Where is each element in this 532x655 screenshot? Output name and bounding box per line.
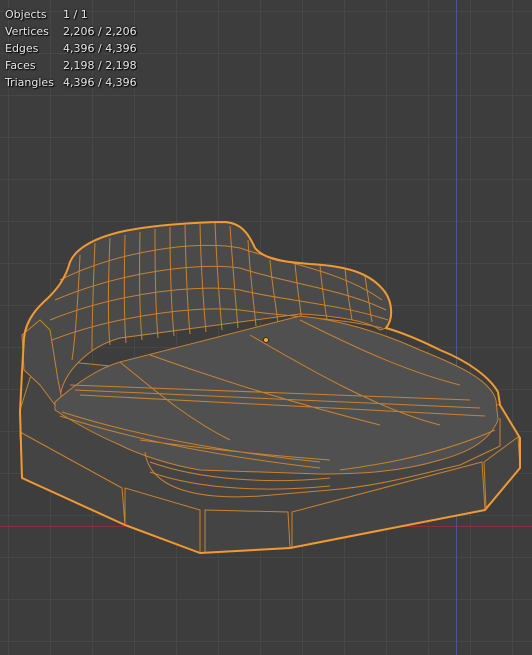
stat-label: Triangles [5,76,54,89]
stat-label: Faces [5,59,36,72]
stat-label: Objects [5,8,47,21]
selected-bed-mesh[interactable] [0,0,532,655]
stat-value: 4,396 / 4,396 [63,42,137,55]
stat-row-faces: Faces 2,198 / 2,198 [5,57,137,74]
stat-label: Vertices [5,25,49,38]
object-origin-point[interactable] [263,337,269,343]
viewport-statistics-overlay: Objects 1 / 1 Vertices 2,206 / 2,206 Edg… [5,6,137,91]
stat-row-objects: Objects 1 / 1 [5,6,137,23]
stat-value: 1 / 1 [63,8,88,21]
stat-label: Edges [5,42,39,55]
stat-value: 2,206 / 2,206 [63,25,137,38]
stat-value: 2,198 / 2,198 [63,59,137,72]
3d-viewport[interactable]: Objects 1 / 1 Vertices 2,206 / 2,206 Edg… [0,0,532,655]
stat-row-triangles: Triangles 4,396 / 4,396 [5,74,137,91]
stat-row-vertices: Vertices 2,206 / 2,206 [5,23,137,40]
stat-row-edges: Edges 4,396 / 4,396 [5,40,137,57]
stat-value: 4,396 / 4,396 [63,76,137,89]
